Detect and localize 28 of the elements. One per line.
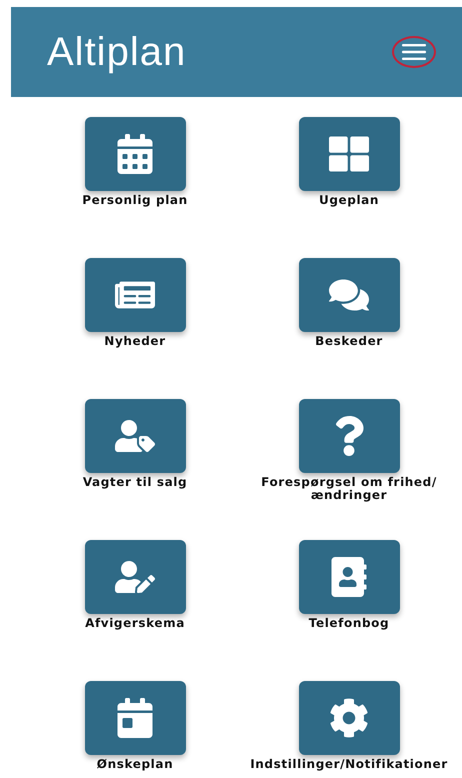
grid-icon bbox=[329, 134, 369, 174]
tile-button[interactable] bbox=[298, 117, 400, 191]
tile-button[interactable] bbox=[84, 258, 186, 332]
tile-button[interactable] bbox=[298, 540, 400, 614]
tile-label: Nyheder bbox=[103, 335, 167, 348]
contact-book-icon bbox=[329, 557, 369, 597]
tile-label: Telefonbog bbox=[308, 617, 390, 630]
tile-button[interactable] bbox=[84, 117, 186, 191]
tile-label: Beskeder bbox=[314, 335, 384, 348]
tile-label: Indstillinger/Notifikationer bbox=[249, 758, 449, 771]
calendar-icon bbox=[115, 134, 155, 174]
tile-label: Ugeplan bbox=[318, 194, 380, 207]
settings-icon bbox=[329, 698, 369, 738]
tile-button[interactable] bbox=[298, 258, 400, 332]
tile-label: Vagter til salg bbox=[82, 476, 188, 489]
tile-button[interactable] bbox=[84, 681, 186, 755]
tile-button[interactable] bbox=[84, 540, 186, 614]
tile-button[interactable] bbox=[298, 681, 400, 755]
menu-icon bbox=[401, 43, 427, 61]
menu-button[interactable] bbox=[392, 36, 436, 68]
tile-label: Personlig plan bbox=[81, 194, 189, 207]
tile-label: Afvigerskema bbox=[84, 617, 186, 630]
tile-button[interactable] bbox=[298, 399, 400, 473]
tile-label: Forespørgsel om frihed/ ændringer bbox=[260, 476, 438, 502]
app-title: Altiplan bbox=[47, 30, 186, 74]
tile-label: Ønskeplan bbox=[96, 758, 174, 771]
calendar-icon bbox=[115, 698, 155, 738]
tile-button[interactable] bbox=[84, 399, 186, 473]
